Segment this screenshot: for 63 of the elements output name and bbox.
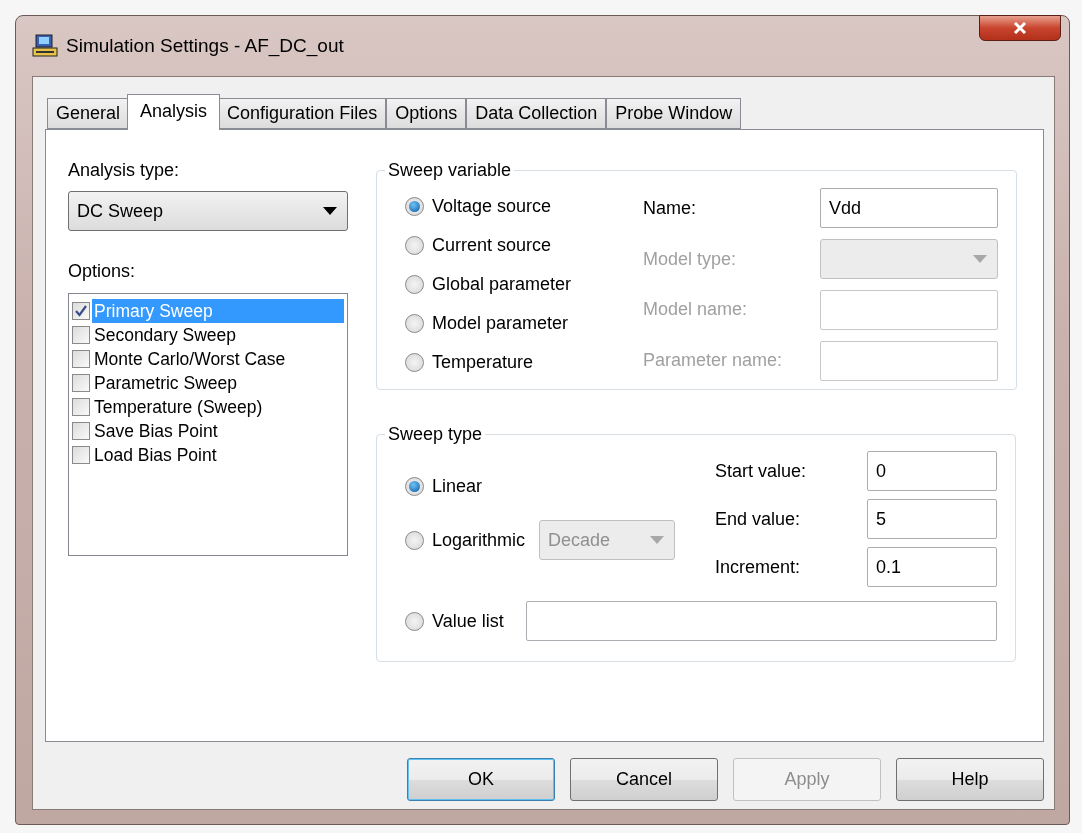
list-item[interactable]: Secondary Sweep: [92, 323, 237, 347]
radio-label[interactable]: Linear: [432, 476, 483, 497]
checkbox[interactable]: [72, 446, 90, 464]
checkbox[interactable]: [72, 398, 90, 416]
radio-button[interactable]: [405, 611, 424, 631]
field-label: Model name:: [643, 299, 749, 321]
radio-label[interactable]: Temperature: [432, 352, 534, 373]
tab[interactable]: Analysis: [127, 94, 221, 130]
list-item[interactable]: Save Bias Point: [92, 419, 218, 443]
checkbox[interactable]: [72, 374, 90, 392]
value-list-field[interactable]: [525, 601, 997, 641]
text-field[interactable]: 5: [867, 499, 997, 539]
list-item[interactable]: Monte Carlo/Worst Case: [92, 347, 286, 371]
field-label: Start value:: [715, 460, 808, 482]
dropdown[interactable]: [820, 239, 998, 280]
list-item[interactable]: Parametric Sweep: [92, 371, 237, 395]
text-field[interactable]: 0.1: [867, 547, 997, 587]
close-icon: [1013, 22, 1027, 34]
radio-label[interactable]: Global parameter: [432, 274, 572, 295]
dropdown-arrow-icon: [973, 255, 987, 264]
text-field[interactable]: [820, 340, 998, 381]
dialog-button[interactable]: OK: [407, 758, 555, 801]
computer-icon: [32, 34, 58, 58]
tab[interactable]: Probe Window: [606, 98, 742, 129]
field-label: Analysis type:: [68, 160, 181, 181]
tab[interactable]: Configuration Files: [218, 98, 387, 129]
radio-button[interactable]: [405, 477, 424, 496]
dialog-button[interactable]: Help: [896, 758, 1044, 801]
field-label: Options:: [68, 261, 137, 282]
radio-button[interactable]: [405, 236, 424, 255]
radio-button[interactable]: [405, 353, 424, 372]
group-title: Sweep variable: [387, 160, 513, 181]
text-field[interactable]: [820, 289, 998, 330]
dropdown-arrow-icon: [323, 207, 337, 215]
radio-button[interactable]: [405, 197, 424, 216]
list-item[interactable]: Temperature (Sweep): [92, 395, 263, 419]
dropdown-arrow-icon: [650, 536, 665, 544]
tab[interactable]: Options: [386, 98, 467, 129]
field-label: Increment:: [715, 556, 802, 578]
radio-label[interactable]: Current source: [432, 235, 552, 256]
window-title: Simulation Settings - AF_DC_out: [66, 35, 344, 57]
checkbox[interactable]: [72, 422, 90, 440]
field-label: Parameter name:: [643, 350, 784, 372]
field-label: End value:: [715, 508, 802, 530]
checkbox[interactable]: [72, 326, 90, 344]
dialog-button[interactable]: Cancel: [570, 758, 718, 801]
field-label: Model type:: [643, 248, 738, 270]
checkbox[interactable]: [72, 350, 90, 368]
text-field[interactable]: Vdd: [820, 188, 998, 229]
checkbox[interactable]: [72, 302, 90, 320]
radio-label[interactable]: Model parameter: [432, 313, 569, 334]
close-button[interactable]: [979, 15, 1061, 41]
field-label: Name:: [643, 197, 697, 219]
group-title: Sweep type: [387, 424, 484, 445]
radio-button[interactable]: [405, 275, 424, 294]
text-field[interactable]: 0: [867, 451, 997, 491]
radio-label[interactable]: Voltage source: [432, 196, 552, 217]
radio-label[interactable]: Value list: [432, 610, 504, 632]
tab[interactable]: Data Collection: [466, 98, 607, 129]
analysis-type-dropdown[interactable]: DC Sweep: [68, 191, 348, 231]
tab[interactable]: General: [47, 98, 130, 129]
radio-button[interactable]: [405, 314, 424, 333]
list-item[interactable]: Load Bias Point: [92, 443, 217, 467]
